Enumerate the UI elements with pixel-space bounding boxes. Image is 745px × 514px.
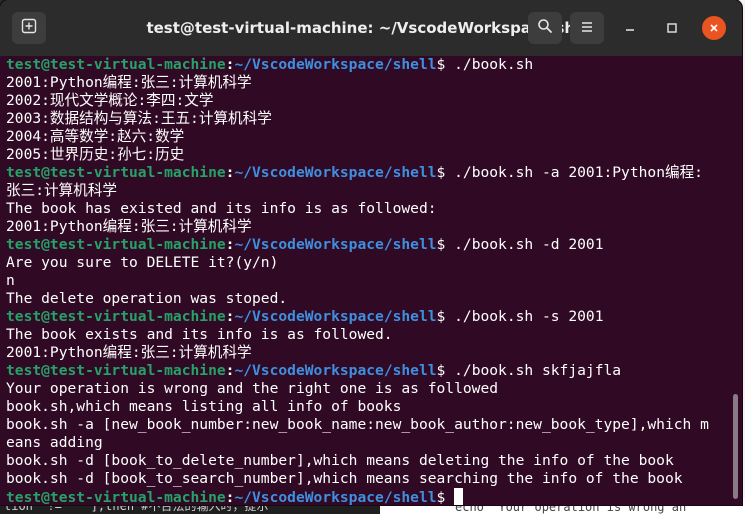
minimize-button[interactable] xyxy=(618,16,642,40)
command-text: ./book.sh -s 2001 xyxy=(454,308,604,325)
prompt-path: ~/VscodeWorkspace/shell xyxy=(234,164,437,181)
prompt-path: ~/VscodeWorkspace/shell xyxy=(234,362,437,379)
search-icon xyxy=(537,18,553,38)
prompt-user: test@test-virtual-machine xyxy=(6,236,226,253)
terminal-window: test@test-virtual-machine: ~/VscodeWorks… xyxy=(0,0,742,505)
output-line: 张三:计算机科学 xyxy=(6,182,117,199)
prompt-line: test@test-virtual-machine:~/VscodeWorksp… xyxy=(6,308,730,326)
command-text: ./book.sh skfjajfla xyxy=(454,362,622,379)
prompt-user: test@test-virtual-machine xyxy=(6,489,226,505)
output-line: 2002:现代文学概论:李四:文学 xyxy=(6,92,214,109)
prompt-line: test@test-virtual-machine:~/VscodeWorksp… xyxy=(6,488,730,505)
output-line: book.sh -a [new_book_number:new_book_nam… xyxy=(6,416,709,433)
output-line: 2003:数据结构与算法:王五:计算机科学 xyxy=(6,110,272,127)
output-line: n xyxy=(6,272,15,289)
prompt-user: test@test-virtual-machine xyxy=(6,362,226,379)
terminal-output[interactable]: test@test-virtual-machine:~/VscodeWorksp… xyxy=(6,56,730,505)
minimize-icon xyxy=(624,19,636,38)
prompt-path: ~/VscodeWorkspace/shell xyxy=(234,308,437,325)
output-line: Are you sure to DELETE it?(y/n) xyxy=(6,254,279,271)
prompt-line: test@test-virtual-machine:~/VscodeWorksp… xyxy=(6,362,730,380)
prompt-path: ~/VscodeWorkspace/shell xyxy=(234,56,437,73)
maximize-button[interactable] xyxy=(660,16,684,40)
output-line: 2001:Python编程:张三:计算机科学 xyxy=(6,74,252,91)
command-text: ./book.sh -a 2001:Python编程: xyxy=(454,164,703,181)
prompt-user: test@test-virtual-machine xyxy=(6,164,226,181)
hamburger-menu-icon xyxy=(580,19,594,38)
command-text: ./book.sh -d 2001 xyxy=(454,236,604,253)
output-line: The book has existed and its info is as … xyxy=(6,200,437,217)
prompt-symbol: $ xyxy=(436,236,455,253)
menu-button[interactable] xyxy=(570,12,604,44)
output-line: The book exists and its info is as follo… xyxy=(6,326,393,343)
output-line: book.sh -d [book_to_search_number],which… xyxy=(6,470,683,487)
prompt-line: test@test-virtual-machine:~/VscodeWorksp… xyxy=(6,164,730,182)
output-line: 2004:高等数学:赵六:数学 xyxy=(6,128,185,145)
text-cursor xyxy=(454,488,464,505)
close-button[interactable] xyxy=(702,16,726,40)
new-tab-icon xyxy=(21,18,37,38)
prompt-symbol: $ xyxy=(436,308,455,325)
prompt-line: test@test-virtual-machine:~/VscodeWorksp… xyxy=(6,56,730,74)
output-line: book.sh -d [book_to_delete_number],which… xyxy=(6,452,674,469)
scrollbar-track[interactable] xyxy=(730,56,742,501)
output-line: eans adding xyxy=(6,434,103,451)
title-bar[interactable]: test@test-virtual-machine: ~/VscodeWorks… xyxy=(0,0,742,56)
output-line: 2005:世界历史:孙七:历史 xyxy=(6,146,185,163)
output-line: The delete operation was stoped. xyxy=(6,290,288,307)
maximize-icon xyxy=(666,19,678,38)
close-icon xyxy=(708,19,720,38)
prompt-symbol: $ xyxy=(436,362,455,379)
command-text: ./book.sh xyxy=(454,56,534,73)
output-line: 2001:Python编程:张三:计算机科学 xyxy=(6,344,252,361)
prompt-user: test@test-virtual-machine xyxy=(6,56,226,73)
prompt-path: ~/VscodeWorkspace/shell xyxy=(234,236,437,253)
prompt-line: test@test-virtual-machine:~/VscodeWorksp… xyxy=(6,236,730,254)
output-line: 2001:Python编程:张三:计算机科学 xyxy=(6,218,252,235)
prompt-path: ~/VscodeWorkspace/shell xyxy=(234,489,437,505)
prompt-user: test@test-virtual-machine xyxy=(6,308,226,325)
prompt-symbol: $ xyxy=(436,489,455,505)
output-line: Your operation is wrong and the right on… xyxy=(6,380,499,397)
prompt-symbol: $ xyxy=(436,164,455,181)
output-line: book.sh,which means listing all info of … xyxy=(6,398,402,415)
new-tab-button[interactable] xyxy=(12,12,46,44)
search-button[interactable] xyxy=(528,12,562,44)
prompt-symbol: $ xyxy=(436,56,455,73)
scrollbar-thumb[interactable] xyxy=(733,394,738,499)
